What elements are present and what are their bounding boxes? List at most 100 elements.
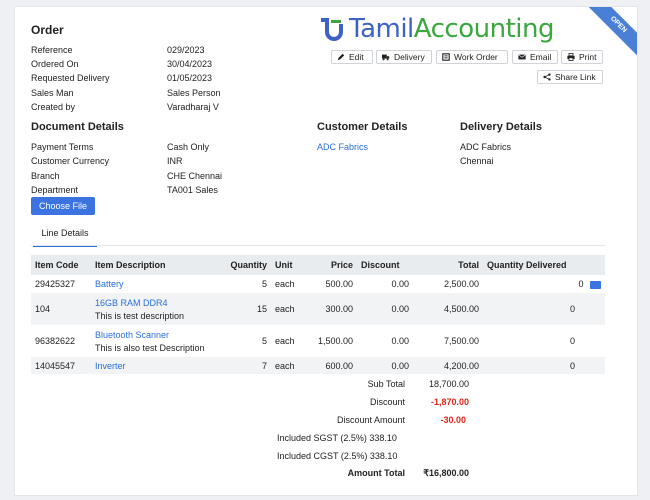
reference-label: Reference: [31, 45, 73, 55]
customer-currency-label: Customer Currency: [31, 156, 110, 166]
item-link[interactable]: 16GB RAM DDR4: [95, 298, 168, 308]
discount-label: Discount: [369, 397, 405, 407]
created-by-value: Varadharaj V: [167, 102, 219, 112]
email-button[interactable]: Email: [512, 50, 558, 64]
table-row: 96382622 Bluetooth Scanner This is also t…: [31, 325, 605, 357]
item-code: 29425327: [35, 279, 76, 289]
col-item-description: Item Description: [95, 260, 166, 270]
printer-icon: [567, 53, 575, 61]
item-unit: each: [275, 279, 295, 289]
delivery-details-heading: Delivery Details: [460, 121, 542, 133]
table-header-row: Item Code Item Description Quantity Unit…: [31, 255, 605, 275]
amount-total-value: ₹16,800.00: [423, 468, 469, 478]
item-total: 4,200.00: [443, 360, 479, 371]
col-total: Total: [458, 260, 479, 270]
item-link[interactable]: Inverter: [95, 361, 126, 371]
share-icon: [543, 73, 551, 81]
amount-total-label: Amount Total: [347, 468, 405, 478]
item-price: 600.00: [325, 360, 353, 371]
work-order-label: Work Order: [454, 52, 498, 62]
brand-name-part2: Accounting: [413, 14, 555, 44]
item-note: This is test description: [95, 310, 185, 321]
order-card: Order Reference 029/2023 Ordered On 30/0…: [14, 6, 638, 496]
ordered-on-value: 30/04/2023: [167, 59, 213, 69]
item-discount: 0.00: [391, 279, 409, 289]
payment-terms-value: Cash Only: [167, 142, 210, 152]
col-discount: Discount: [361, 260, 400, 270]
item-discount: 0.00: [391, 360, 409, 371]
col-quantity-delivered: Quantity Delivered: [487, 260, 567, 270]
item-note: This is also test Description: [95, 342, 205, 353]
item-qty: 5: [261, 336, 267, 346]
envelope-icon: [518, 54, 526, 60]
table-row: 29425327 Battery 5 each 500.00 0.00 2,50…: [31, 275, 605, 293]
item-qty: 5: [261, 279, 267, 289]
delivery-button[interactable]: Delivery: [376, 50, 432, 64]
item-total: 4,500.00: [443, 304, 479, 314]
share-link-label: Share Link: [555, 72, 596, 82]
delivery-name: ADC Fabrics: [460, 142, 512, 152]
sub-total-label: Sub Total: [367, 379, 405, 389]
item-delivered: 0: [569, 336, 575, 346]
discount-amount-label: Discount Amount: [336, 415, 405, 425]
truck-icon: [382, 54, 390, 61]
item-price: 500.00: [325, 279, 353, 289]
tab-divider: [31, 245, 605, 246]
col-item-code: Item Code: [35, 260, 79, 270]
branch-label: Branch: [31, 171, 60, 181]
line-items-table: Item Code Item Description Quantity Unit…: [31, 255, 605, 374]
item-total: 2,500.00: [443, 279, 479, 289]
item-qty: 15: [256, 304, 267, 314]
delivery-city: Chennai: [460, 156, 494, 166]
share-link-button[interactable]: Share Link: [537, 70, 603, 84]
customer-currency-value: INR: [167, 156, 183, 166]
sales-man-value: Sales Person: [167, 88, 221, 98]
brand-name-part1: Tamil: [349, 14, 414, 44]
print-button[interactable]: Print: [561, 50, 603, 64]
edit-label: Edit: [349, 52, 364, 62]
col-unit: Unit: [275, 260, 293, 270]
table-row: 104 16GB RAM DDR4 This is test descriptio…: [31, 293, 605, 325]
created-by-label: Created by: [31, 102, 76, 112]
item-delivered: 0: [569, 304, 575, 314]
col-quantity: Quantity: [230, 260, 267, 270]
item-code: 104: [35, 304, 51, 314]
sgst-line: Included SGST (2.5%) 338.10: [277, 433, 397, 443]
table-row: 14045547 Inverter 7 each 600.00 0.00 4,2…: [31, 357, 605, 374]
choose-file-button[interactable]: Choose File: [31, 197, 95, 215]
item-total: 7,500.00: [443, 336, 479, 346]
item-code: 96382622: [35, 336, 76, 346]
item-link[interactable]: Battery: [95, 279, 124, 289]
sub-total-value: 18,700.00: [428, 379, 469, 389]
item-delivered: 0: [578, 279, 584, 289]
pencil-icon: [337, 53, 345, 61]
brand-logo: TamilAccounting: [317, 13, 554, 45]
reference-value: 029/2023: [167, 45, 205, 55]
tab-line-details[interactable]: Line Details: [33, 221, 97, 247]
branch-value: CHE Chennai: [167, 171, 223, 181]
page-title: Order: [31, 23, 64, 37]
delivery-toggle-icon[interactable]: [590, 280, 601, 289]
item-delivered: 0: [569, 360, 575, 371]
item-code: 14045547: [35, 360, 76, 371]
item-unit: each: [275, 304, 295, 314]
discount-value: -1,870.00: [430, 397, 469, 407]
item-discount: 0.00: [391, 336, 409, 346]
logo-mark-icon: [321, 18, 343, 41]
delivery-label: Delivery: [394, 52, 425, 62]
item-link[interactable]: Bluetooth Scanner: [95, 330, 169, 340]
item-unit: each: [275, 360, 295, 371]
print-label: Print: [579, 52, 597, 62]
item-price: 300.00: [325, 304, 353, 314]
work-order-button[interactable]: Work Order: [436, 50, 508, 64]
customer-details-heading: Customer Details: [317, 121, 408, 133]
discount-amount-value: -30.00: [440, 415, 466, 425]
edit-button[interactable]: Edit: [331, 50, 373, 64]
department-value: TA001 Sales: [167, 185, 218, 195]
customer-link[interactable]: ADC Fabrics: [317, 142, 368, 152]
item-price: 1,500.00: [317, 336, 353, 346]
payment-terms-label: Payment Terms: [31, 142, 94, 152]
item-discount: 0.00: [391, 304, 409, 314]
sales-man-label: Sales Man: [31, 88, 74, 98]
clipboard-icon: [442, 53, 450, 61]
